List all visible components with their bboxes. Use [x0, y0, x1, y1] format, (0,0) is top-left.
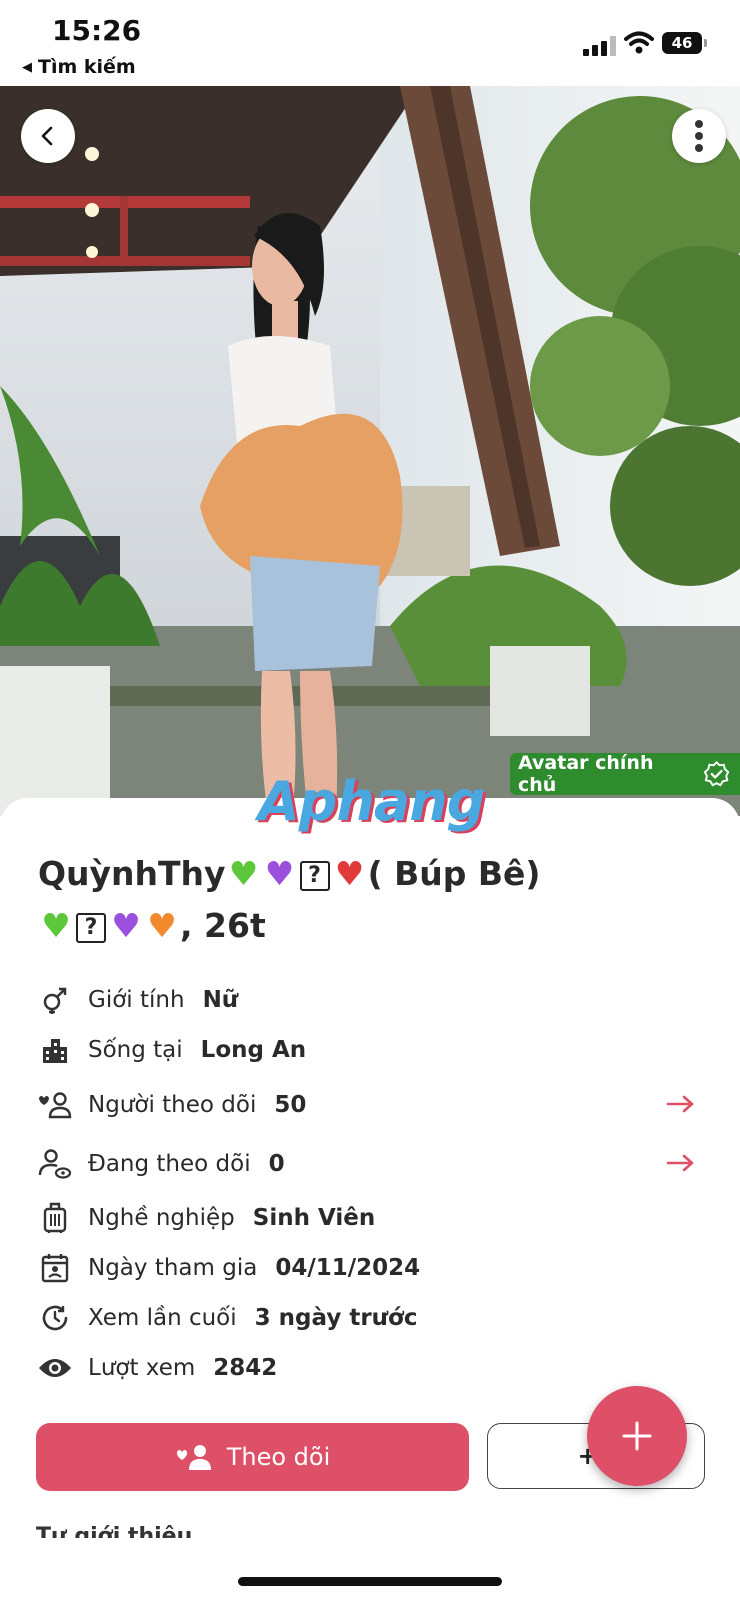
info-value: Nữ — [202, 987, 239, 1013]
following-arrow-icon[interactable] — [666, 1153, 696, 1173]
follow-user-icon — [176, 1445, 211, 1470]
add-fab-button[interactable] — [587, 1386, 687, 1486]
battery-icon: 46 — [662, 32, 707, 54]
history-icon — [38, 1301, 72, 1335]
purple-heart-icon: ♥ — [111, 906, 141, 945]
info-value: Sinh Viên — [252, 1205, 376, 1231]
more-options-button[interactable] — [672, 109, 726, 163]
info-label: Đang theo dõi — [88, 1151, 251, 1177]
status-bar: 15:26 ◀ Tìm kiếm 46 — [0, 0, 740, 86]
info-label: Sống tại — [88, 1037, 183, 1063]
home-indicator[interactable] — [238, 1577, 502, 1586]
follow-button[interactable]: Theo dõi — [36, 1423, 469, 1491]
unknown-glyph-icon: ? — [76, 912, 106, 943]
info-value: Long An — [200, 1037, 307, 1063]
info-row-views: Lượt xem 2842 — [38, 1348, 277, 1388]
info-row-city: Sống tại Long An — [38, 1030, 306, 1070]
info-label: Người theo dõi — [88, 1092, 257, 1118]
info-label: Ngày tham gia — [88, 1255, 258, 1281]
info-label: Nghề nghiệp — [88, 1205, 235, 1231]
more-vertical-icon — [695, 120, 703, 152]
info-label: Giới tính — [88, 987, 185, 1013]
info-row-followers[interactable]: Người theo dõi 50 — [38, 1085, 306, 1125]
city-icon — [38, 1033, 72, 1067]
info-row-following[interactable]: Đang theo dõi 0 — [38, 1144, 285, 1184]
orange-heart-icon: ♥ — [147, 906, 177, 945]
info-value: 3 ngày trước — [254, 1305, 418, 1331]
info-value: 0 — [268, 1151, 285, 1177]
status-time: 15:26 — [52, 14, 142, 47]
back-to-search-label: Tìm kiếm — [38, 56, 136, 78]
followers-arrow-icon[interactable] — [666, 1094, 696, 1114]
wifi-icon — [624, 30, 654, 56]
info-value: 2842 — [213, 1355, 278, 1381]
chevron-left-icon — [41, 126, 53, 146]
info-row-joined: Ngày tham gia 04/11/2024 — [38, 1248, 420, 1288]
info-row-job: Nghề nghiệp Sinh Viên — [38, 1198, 375, 1238]
green-heart-icon: ♥ — [41, 906, 71, 945]
info-value: 50 — [274, 1092, 307, 1118]
info-row-gender: Giới tính Nữ — [38, 980, 238, 1020]
follow-button-label: Theo dõi — [226, 1443, 331, 1471]
profile-name: QuỳnhThy♥ ♥? ♥( Búp Bê) ♥? ♥ ♥, 26t — [38, 848, 598, 952]
following-icon — [38, 1147, 72, 1181]
eye-icon — [38, 1351, 72, 1385]
red-heart-icon: ♥ — [334, 854, 365, 893]
profile-name-suffix: ( Búp Bê) — [367, 854, 541, 893]
info-row-last-seen: Xem lần cuối 3 ngày trước — [38, 1298, 417, 1338]
plus-icon — [622, 1421, 652, 1451]
unknown-glyph-icon: ? — [299, 860, 330, 891]
info-label: Lượt xem — [88, 1355, 196, 1381]
back-to-search-link[interactable]: ◀ Tìm kiếm — [22, 56, 136, 78]
profile-age: , 26t — [180, 906, 266, 945]
info-value: 04/11/2024 — [275, 1255, 421, 1281]
job-icon — [38, 1201, 72, 1235]
back-triangle-icon: ◀ — [22, 59, 32, 75]
calendar-icon — [38, 1251, 72, 1285]
purple-heart-icon: ♥ — [264, 854, 295, 893]
verified-check-icon — [703, 760, 730, 787]
verified-avatar-badge: Avatar chính chủ — [510, 752, 740, 796]
back-button[interactable] — [21, 109, 75, 163]
verified-avatar-label: Avatar chính chủ — [518, 752, 654, 796]
green-heart-icon: ♥ — [228, 854, 259, 893]
info-label: Xem lần cuối — [88, 1305, 237, 1331]
intro-section-title: Tự giới thiệu — [36, 1524, 193, 1538]
profile-photo[interactable] — [0, 86, 740, 816]
cellular-signal-icon — [583, 36, 617, 56]
gender-icon — [38, 983, 72, 1017]
watermark-logo: Aphang — [258, 770, 485, 833]
profile-name-text: QuỳnhThy — [38, 854, 226, 893]
followers-icon — [38, 1088, 72, 1122]
